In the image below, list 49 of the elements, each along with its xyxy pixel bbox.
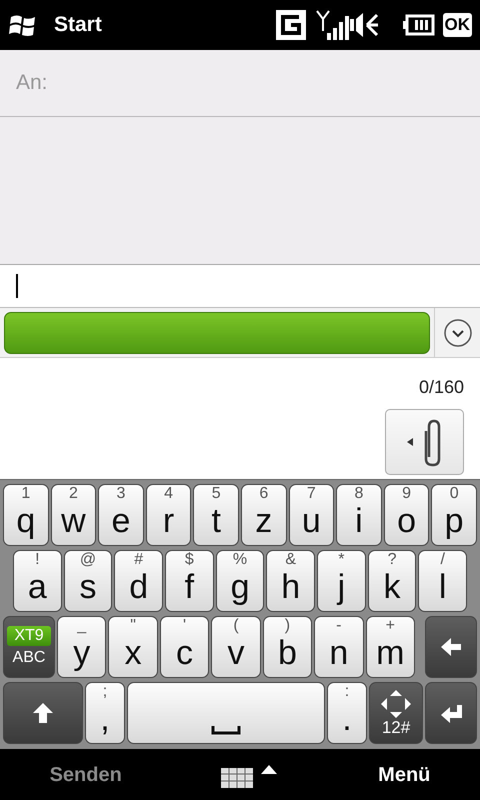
title-text: Start bbox=[54, 12, 102, 38]
input-mode-button[interactable]: ABC bbox=[7, 648, 51, 668]
keyboard-key[interactable]: " x bbox=[108, 616, 158, 678]
keyboard-key[interactable]: ( v bbox=[211, 616, 261, 678]
ok-button[interactable]: OK bbox=[442, 13, 472, 37]
backspace-key[interactable] bbox=[424, 616, 477, 678]
attach-button[interactable] bbox=[385, 409, 464, 475]
keyboard-key[interactable]: $ f bbox=[165, 550, 214, 612]
keyboard-key[interactable]: : . bbox=[327, 682, 367, 744]
shift-icon bbox=[31, 701, 55, 725]
keyboard-key[interactable]: 6 z bbox=[240, 484, 287, 546]
keyboard-key[interactable]: # d bbox=[114, 550, 164, 612]
keyboard-key[interactable]: % g bbox=[216, 550, 264, 612]
keyboard-key[interactable]: 8 i bbox=[336, 484, 382, 546]
keyboard-key[interactable]: ? k bbox=[368, 550, 416, 612]
character-counter: 0/160 bbox=[418, 376, 464, 399]
direction-arrows-icon bbox=[379, 689, 413, 719]
enter-key[interactable] bbox=[425, 682, 477, 744]
keyboard-key[interactable]: 3 e bbox=[98, 484, 144, 546]
message-field[interactable] bbox=[0, 265, 480, 308]
keyboard-key[interactable]: 9 o bbox=[384, 484, 430, 546]
battery-icon bbox=[402, 14, 434, 36]
keyboard-key[interactable]: ; , bbox=[85, 682, 125, 744]
signal-icon bbox=[314, 9, 348, 41]
keyboard-key[interactable]: 5 t bbox=[193, 484, 239, 546]
keyboard-key[interactable]: _ y bbox=[57, 616, 106, 678]
keyboard-key[interactable]: 4 r bbox=[146, 484, 192, 546]
keyboard-key[interactable]: - n bbox=[314, 616, 364, 678]
shift-key[interactable] bbox=[3, 682, 83, 744]
keyboard-key[interactable]: 7 u bbox=[288, 484, 334, 546]
keyboard-key[interactable]: ! a bbox=[13, 550, 62, 612]
space-key[interactable] bbox=[127, 682, 325, 744]
network-type-icon bbox=[274, 9, 306, 41]
keyboard-key[interactable]: ' c bbox=[160, 616, 210, 678]
keyboard-key[interactable]: 2 w bbox=[50, 484, 96, 546]
keyboard-key[interactable]: 1 q bbox=[3, 484, 49, 546]
space-icon bbox=[211, 725, 241, 735]
keyboard-key[interactable]: 0 p bbox=[431, 484, 477, 546]
recipient-label: An: bbox=[16, 70, 48, 96]
softkey-button[interactable]: Menü bbox=[372, 759, 436, 791]
dropdown-icon[interactable] bbox=[442, 318, 472, 348]
backspace-icon bbox=[438, 635, 463, 659]
keyboard-key[interactable]: * j bbox=[317, 550, 366, 612]
navigation-key[interactable]: 12# bbox=[369, 682, 423, 744]
keyboard-key[interactable]: ) b bbox=[262, 616, 312, 678]
keyboard-key[interactable]: / l bbox=[418, 550, 468, 612]
keyboard-key[interactable]: + m bbox=[366, 616, 415, 678]
keyboard-key[interactable]: & h bbox=[266, 550, 316, 612]
keyboard-key[interactable]: @ s bbox=[64, 550, 112, 612]
